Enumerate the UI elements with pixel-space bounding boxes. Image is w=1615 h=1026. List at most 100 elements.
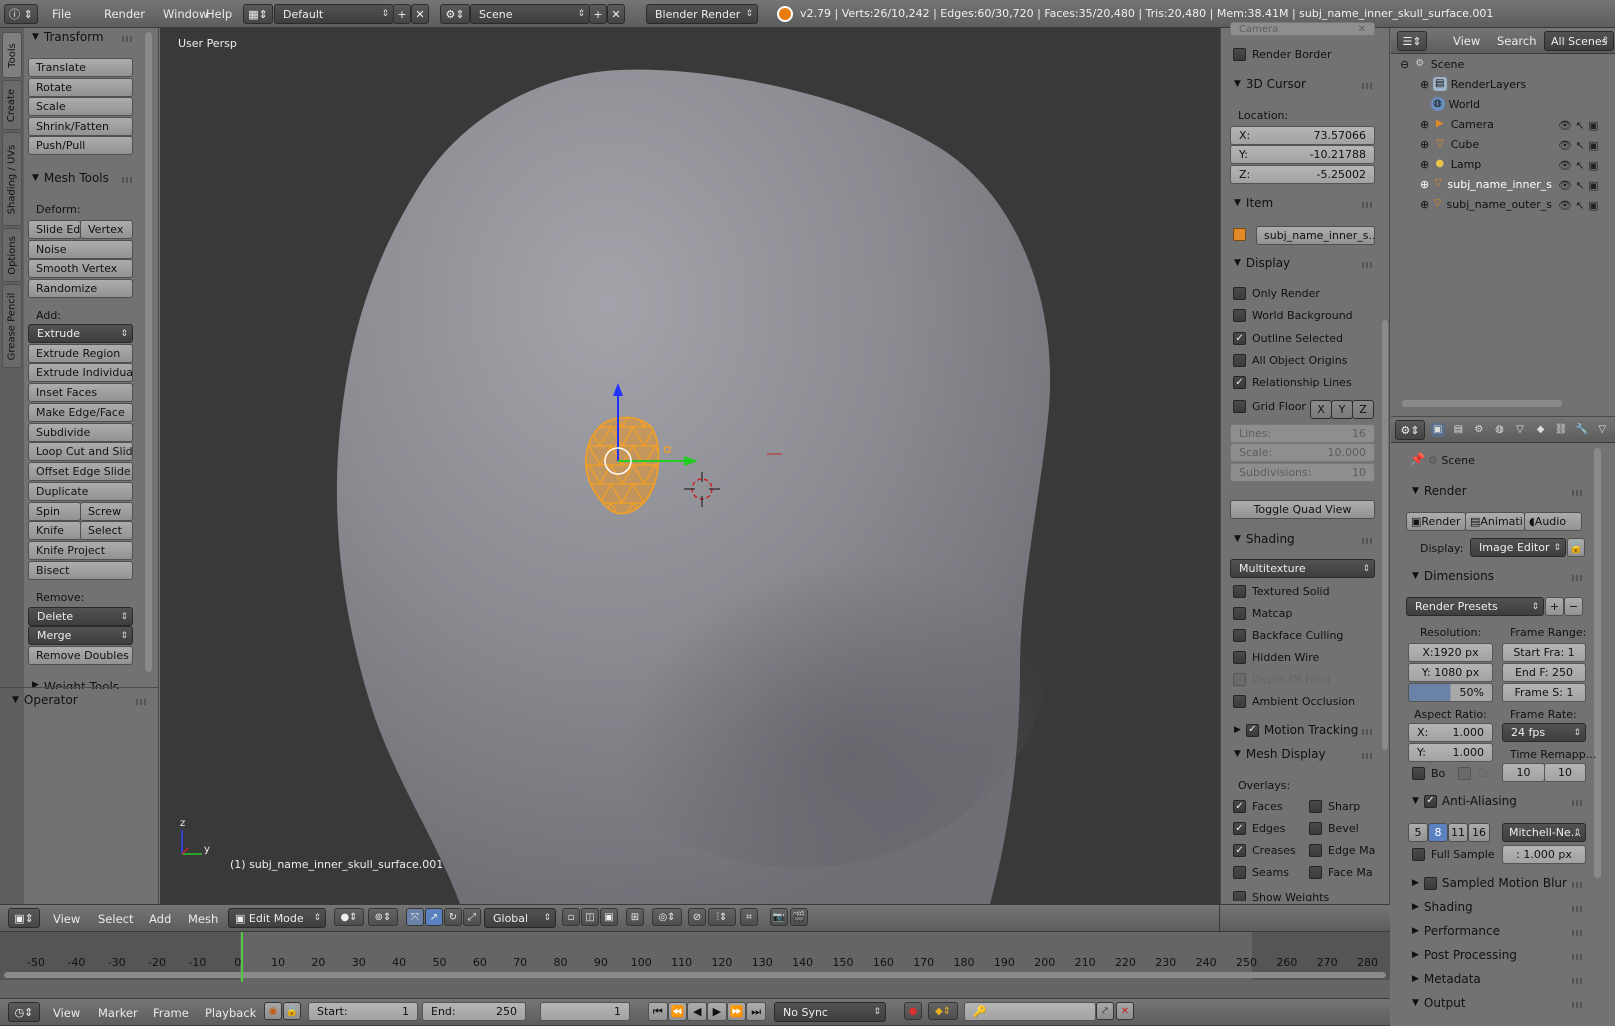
panel-grip-icon[interactable] xyxy=(1362,202,1374,208)
timeline-marker-menu[interactable]: Marker xyxy=(98,1000,138,1026)
knife-project-button[interactable]: Knife Project xyxy=(28,541,133,560)
panel-grip-icon[interactable] xyxy=(1572,882,1584,888)
toggle-quad-view-button[interactable]: Toggle Quad View xyxy=(1230,500,1375,519)
extrude-individual-button[interactable]: Extrude Individual xyxy=(28,363,133,382)
view3d-editor-icon[interactable]: ▣⇕ xyxy=(8,908,40,928)
timeline-editor-icon[interactable]: ◷⇕ xyxy=(8,1002,40,1022)
render-animation-button[interactable]: ▤ Animati xyxy=(1465,512,1525,531)
aa-filter-size-field[interactable]: : 1.000 px xyxy=(1502,845,1586,864)
view3d-add-menu[interactable]: Add xyxy=(149,906,171,932)
pin-icon[interactable]: 📌 xyxy=(1410,452,1425,466)
layout-selector[interactable]: Default xyxy=(274,4,394,24)
aa-filter-dropdown[interactable]: Mitchell-Ne... xyxy=(1502,823,1586,842)
transform-orientation-dropdown[interactable]: Global xyxy=(484,908,556,928)
crop-checkbox[interactable]: Cr xyxy=(1458,767,1489,780)
panel-grip-icon[interactable] xyxy=(1362,729,1374,735)
operator-panel-header[interactable]: ▼ Operator xyxy=(12,693,78,707)
jump-start-icon[interactable]: ⏮ xyxy=(648,1002,668,1021)
grid-axis-y-toggle[interactable]: Y xyxy=(1331,400,1353,419)
panel-grip-icon[interactable] xyxy=(1572,490,1584,496)
timeline-scrollbar[interactable] xyxy=(4,972,1386,978)
render-tab-icon[interactable]: ▣ xyxy=(1431,423,1445,437)
3d-cursor-panel-header[interactable]: ▼ 3D Cursor xyxy=(1234,77,1306,91)
aa-samples-11[interactable]: 11 xyxy=(1448,823,1468,842)
outliner-display-mode[interactable]: All Scenes xyxy=(1544,31,1614,51)
aspect-x-field[interactable]: X: 1.000 xyxy=(1408,723,1493,742)
loop-cut-slide-button[interactable]: Loop Cut and Slide xyxy=(28,442,133,461)
item-name-field[interactable]: subj_name_inner_s... xyxy=(1256,226,1375,245)
shrink-fatten-button[interactable]: Shrink/Fatten xyxy=(28,117,133,136)
tab-tools[interactable]: Tools xyxy=(2,32,22,78)
tool-shelf-scrollbar[interactable] xyxy=(145,32,152,672)
modifier-tab-icon[interactable]: 🔧 xyxy=(1575,423,1589,437)
creases-overlay-checkbox[interactable]: ✓ Creases xyxy=(1233,844,1296,857)
face-select-icon[interactable]: ▣ xyxy=(600,908,618,926)
preview-range-icon[interactable]: ◉ xyxy=(264,1002,282,1020)
screw-button[interactable]: Screw xyxy=(80,502,133,521)
time-remap-old-field[interactable]: 10 xyxy=(1502,763,1545,782)
seams-overlay-checkbox[interactable]: Seams xyxy=(1233,866,1289,879)
bevel-overlay-checkbox[interactable]: Bevel xyxy=(1309,822,1359,835)
depth-of-field-checkbox[interactable]: Depth Of Field xyxy=(1233,673,1330,686)
outliner-view-menu[interactable]: View xyxy=(1453,28,1480,53)
cursor-z-field[interactable]: Z: -5.25002 xyxy=(1230,165,1375,184)
border-checkbox[interactable]: Bo xyxy=(1412,767,1445,780)
cursor-y-field[interactable]: Y: -10.21788 xyxy=(1230,145,1375,164)
dimensions-panel-header[interactable]: ▼ Dimensions xyxy=(1412,569,1494,583)
keying-set-field[interactable]: 🔑 xyxy=(964,1002,1096,1021)
layout-add-icon[interactable]: + xyxy=(393,4,411,24)
properties-editor-icon[interactable]: ⚙⇕ xyxy=(1395,420,1425,440)
item-panel-header[interactable]: ▼ Item xyxy=(1234,196,1273,210)
aa-samples-8[interactable]: 8 xyxy=(1428,823,1448,842)
outliner-item-renderlayers[interactable]: ⊕ ▤ RenderLayers xyxy=(1420,74,1615,94)
camera-lock-field[interactable]: Camera ✕ xyxy=(1230,22,1375,36)
tab-create[interactable]: Create xyxy=(2,80,22,130)
render-audio-button[interactable]: ◖ Audio xyxy=(1524,512,1582,531)
extrude-dropdown[interactable]: Extrude xyxy=(28,324,133,343)
show-weights-checkbox[interactable]: Show Weights xyxy=(1233,891,1329,901)
constraints-tab-icon[interactable]: ⛓ xyxy=(1554,423,1568,437)
record-icon[interactable]: ● xyxy=(904,1002,922,1020)
current-frame-field[interactable]: 1 xyxy=(540,1002,630,1021)
vertex-select-icon[interactable]: ▫ xyxy=(562,908,580,926)
motion-tracking-panel-header[interactable]: ▶ ✓ Motion Tracking xyxy=(1234,723,1358,737)
jump-end-icon[interactable]: ⏭ xyxy=(746,1002,767,1021)
knife-select-button[interactable]: Select xyxy=(80,521,133,540)
metadata-panel-header[interactable]: ▶ Metadata xyxy=(1412,972,1481,986)
shading-mode-dropdown[interactable]: Multitexture xyxy=(1230,559,1375,578)
edge-select-icon[interactable]: ◫ xyxy=(581,908,599,926)
rotate-button[interactable]: Rotate xyxy=(28,78,133,97)
edges-overlay-checkbox[interactable]: ✓ Edges xyxy=(1233,822,1285,835)
edge-marks-overlay-checkbox[interactable]: Edge Ma xyxy=(1309,844,1375,857)
panel-grip-icon[interactable] xyxy=(136,699,148,705)
panel-grip-icon[interactable] xyxy=(1572,978,1584,984)
data-tab-icon[interactable]: ▽ xyxy=(1596,423,1610,437)
object-tab-icon[interactable]: ▽ xyxy=(1513,423,1527,437)
grid-scale-field[interactable]: Scale: 10.000 xyxy=(1230,443,1375,462)
world-tab-icon[interactable]: ◍ xyxy=(1493,423,1507,437)
remove-doubles-button[interactable]: Remove Doubles xyxy=(28,646,133,665)
make-edge-face-button[interactable]: Make Edge/Face xyxy=(28,403,133,422)
grid-axis-z-toggle[interactable]: Z xyxy=(1352,400,1374,419)
outliner-item-world[interactable]: ◍ World xyxy=(1420,94,1615,114)
transform-panel-header[interactable]: ▼ Transform xyxy=(32,30,104,44)
frame-start-field[interactable]: Start Fra: 1 xyxy=(1502,643,1586,662)
view3d-view-menu[interactable]: View xyxy=(53,906,80,932)
outliner-item-inner-skull[interactable]: ⊕ ▽ subj_name_inner_s xyxy=(1420,174,1552,194)
mesh-tools-panel-header[interactable]: ▼ Mesh Tools xyxy=(32,171,109,185)
resolution-percent-field[interactable]: 50% xyxy=(1408,683,1493,702)
full-sample-checkbox[interactable]: Full Sample xyxy=(1412,848,1495,861)
randomize-button[interactable]: Randomize xyxy=(28,279,133,298)
performance-panel-header[interactable]: ▶ Performance xyxy=(1412,924,1500,938)
panel-grip-icon[interactable] xyxy=(1572,1002,1584,1008)
info-editor-icon[interactable]: ⓘ ⇕ xyxy=(4,4,38,24)
extrude-region-button[interactable]: Extrude Region xyxy=(28,344,133,363)
panel-grip-icon[interactable] xyxy=(1362,753,1374,759)
lock-interface-icon[interactable]: 🔓 xyxy=(1567,538,1585,557)
scale-button[interactable]: Scale xyxy=(28,97,133,116)
render-still-button[interactable]: ▣ Render xyxy=(1406,512,1466,531)
ambient-occlusion-checkbox[interactable]: Ambient Occlusion xyxy=(1233,695,1355,708)
view3d-mesh-menu[interactable]: Mesh xyxy=(188,906,218,932)
tab-grease-pencil[interactable]: Grease Pencil xyxy=(2,284,22,368)
panel-grip-icon[interactable] xyxy=(122,177,134,183)
